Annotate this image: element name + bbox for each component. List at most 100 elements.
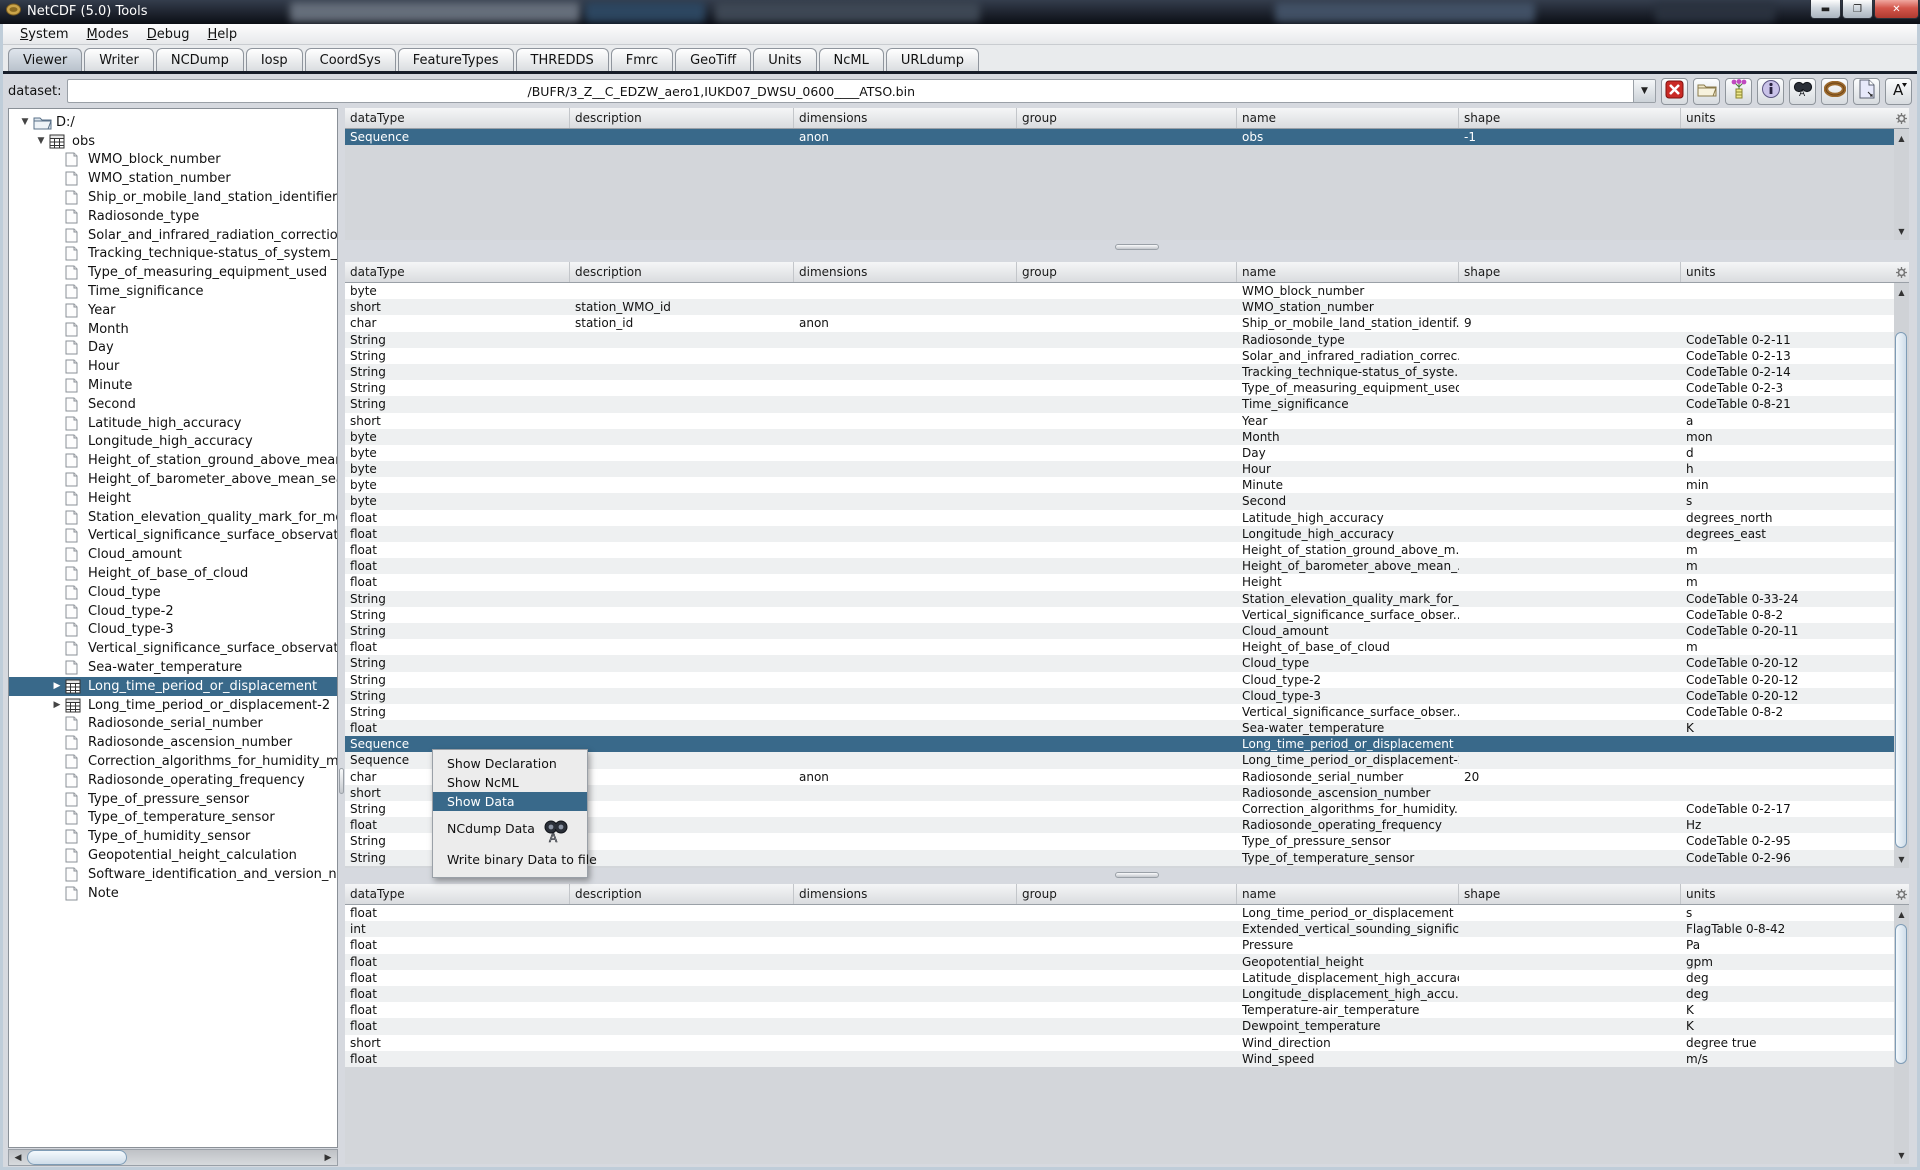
tree-item-month[interactable]: Month [9,320,337,339]
table-row[interactable]: StringCloud_typeCodeTable 0-20-12 [345,655,1894,671]
table-row[interactable]: shortYeara [345,413,1894,429]
expander-open-icon[interactable]: ▼ [33,136,49,146]
tree-item-height_of_station_ground_above_mean_sea_[interactable]: Height_of_station_ground_above_mean_sea_ [9,451,337,470]
info-button[interactable] [1757,78,1784,105]
table-row[interactable]: byteMonthmon [345,429,1894,445]
table-row[interactable]: byteWMO_block_number [345,283,1894,299]
menu-item-show-ncml[interactable]: Show NcML [433,773,587,792]
column-header-dimensions[interactable]: dimensions [794,108,1017,128]
tree-item-height_of_barometer_above_mean_sea_leve[interactable]: Height_of_barometer_above_mean_sea_leve [9,470,337,489]
column-settings-button[interactable] [1894,108,1909,129]
table-row[interactable]: intExtended_vertical_sounding_signific..… [345,921,1894,937]
table-row[interactable]: StringType_of_measuring_equipment_usedCo… [345,380,1894,396]
column-header-datatype[interactable]: dataType [345,262,570,282]
sequence-scroll-thumb[interactable] [1895,924,1907,1064]
font-size-button[interactable]: A [1885,78,1912,105]
table-row[interactable]: floatHeight_of_barometer_above_mean_...m [345,558,1894,574]
column-header-units[interactable]: units [1681,884,1895,904]
restore-button[interactable]: ❐ [1842,0,1873,19]
tree-item-type_of_humidity_sensor[interactable]: Type_of_humidity_sensor [9,827,337,846]
table-row[interactable]: floatWind_speedm/s [345,1051,1894,1067]
tree-item-correction_algorithms_for_humidity_measure[interactable]: Correction_algorithms_for_humidity_measu… [9,752,337,771]
table-row[interactable]: StringCloud_amountCodeTable 0-20-11 [345,623,1894,639]
tab-thredds[interactable]: THREDDS [516,48,609,71]
clear-dataset-button[interactable] [1661,78,1688,105]
table-row[interactable]: floatHeightm [345,574,1894,590]
menu-system[interactable]: System [11,27,78,42]
table-row[interactable]: StringCloud_type-3CodeTable 0-20-12 [345,688,1894,704]
table-row[interactable]: floatHeight_of_station_ground_above_m...… [345,542,1894,558]
column-header-description[interactable]: description [570,262,794,282]
tab-urldump[interactable]: URLdump [886,48,979,71]
column-header-shape[interactable]: shape [1459,108,1681,128]
table-row[interactable]: shortWind_directiondegree true [345,1035,1894,1051]
table-row[interactable]: floatSea-water_temperatureK [345,720,1894,736]
table-row[interactable]: StringCloud_type-2CodeTable 0-20-12 [345,672,1894,688]
tree-item-sea-water_temperature[interactable]: Sea-water_temperature [9,658,337,677]
tree-item-radiosonde_ascension_number[interactable]: Radiosonde_ascension_number [9,733,337,752]
column-header-name[interactable]: name [1237,108,1459,128]
table-row[interactable]: StringVertical_significance_surface_obse… [345,704,1894,720]
tree-table-splitter[interactable] [338,108,345,1148]
column-header-group[interactable]: group [1017,108,1237,128]
column-header-shape[interactable]: shape [1459,262,1681,282]
menu-debug[interactable]: Debug [138,27,199,42]
tree-horizontal-scrollbar[interactable]: ◀ ▶ [8,1149,338,1166]
table-row[interactable]: StringStation_elevation_quality_mark_for… [345,591,1894,607]
tree-item-hour[interactable]: Hour [9,357,337,376]
table-row[interactable]: floatLong_time_period_or_displacements [345,905,1894,921]
table-row[interactable]: floatHeight_of_base_of_cloudm [345,639,1894,655]
tree-item-cloud_type[interactable]: Cloud_type [9,583,337,602]
column-header-group[interactable]: group [1017,884,1237,904]
tree-item-height_of_base_of_cloud[interactable]: Height_of_base_of_cloud [9,564,337,583]
tree-item-height[interactable]: Height [9,489,337,508]
tree-hscroll-thumb[interactable] [27,1150,127,1165]
tree-item-software_identification_and_version_number[interactable]: Software_identification_and_version_numb… [9,865,337,884]
column-header-shape[interactable]: shape [1459,884,1681,904]
tab-ncml[interactable]: NcML [819,48,884,71]
tree-item-type_of_measuring_equipment_used[interactable]: Type_of_measuring_equipment_used [9,263,337,282]
tree-item-longitude_high_accuracy[interactable]: Longitude_high_accuracy [9,433,337,452]
tab-writer[interactable]: Writer [84,48,154,71]
table-row[interactable]: floatPressurePa [345,937,1894,953]
column-header-group[interactable]: group [1017,262,1237,282]
column-header-description[interactable]: description [570,884,794,904]
sequence-table-scrollbar[interactable]: ▲ ▼ [1894,884,1909,1164]
tree-item-long_time_period_or_displacement-2[interactable]: ▶Long_time_period_or_displacement-2 [9,696,337,715]
sequence-table-header[interactable]: dataTypedescriptiondimensionsgroupnamesh… [345,884,1894,905]
tree-item-type_of_pressure_sensor[interactable]: Type_of_pressure_sensor [9,790,337,809]
table-row[interactable]: floatLongitude_high_accuracydegrees_east [345,526,1894,542]
scroll-down-icon[interactable]: ▼ [1895,853,1908,866]
scroll-right-icon[interactable]: ▶ [320,1151,336,1164]
table-row[interactable]: Sequenceanonobs-1 [345,129,1894,145]
scroll-up-icon[interactable]: ▲ [1895,286,1908,299]
tab-iosp[interactable]: Iosp [246,48,303,71]
tree-item-cloud_type-3[interactable]: Cloud_type-3 [9,621,337,640]
ring-button[interactable] [1821,78,1848,105]
menu-help[interactable]: Help [198,27,246,42]
tree-item-minute[interactable]: Minute [9,376,337,395]
search-font-button[interactable]: A [1789,78,1816,105]
table-row[interactable]: floatGeopotential_heightgpm [345,954,1894,970]
menu-item-write-binary-data-to-file[interactable]: Write binary Data to file [433,846,587,873]
column-header-dimensions[interactable]: dimensions [794,884,1017,904]
tree-item-vertical_significance_surface_observations-2[interactable]: Vertical_significance_surface_observatio… [9,639,337,658]
column-header-datatype[interactable]: dataType [345,108,570,128]
table-row[interactable]: byteDayd [345,445,1894,461]
top-middle-splitter[interactable] [345,240,1909,254]
tab-fmrc[interactable]: Fmrc [611,48,673,71]
menu-item-show-declaration[interactable]: Show Declaration [433,754,587,773]
menu-item-ncdump-data[interactable]: NCdump DataA [433,811,587,846]
table-row[interactable]: shortstation_WMO_idWMO_station_number [345,299,1894,315]
tree-item-latitude_high_accuracy[interactable]: Latitude_high_accuracy [9,414,337,433]
tree-item-cloud_amount[interactable]: Cloud_amount [9,545,337,564]
menu-modes[interactable]: Modes [78,27,138,42]
tree-item-geopotential_height_calculation[interactable]: Geopotential_height_calculation [9,846,337,865]
table-row[interactable]: floatLongitude_displacement_high_accu...… [345,986,1894,1002]
obs-scroll-thumb[interactable] [1895,332,1907,848]
minimize-button[interactable]: ▬ [1810,0,1841,19]
tree-item-vertical_significance_surface_observations[interactable]: Vertical_significance_surface_observatio… [9,527,337,546]
tree-item-long_time_period_or_displacement[interactable]: ▶Long_time_period_or_displacement [9,677,337,696]
table-row[interactable]: floatLatitude_high_accuracydegrees_north [345,510,1894,526]
table-row[interactable]: byteHourh [345,461,1894,477]
